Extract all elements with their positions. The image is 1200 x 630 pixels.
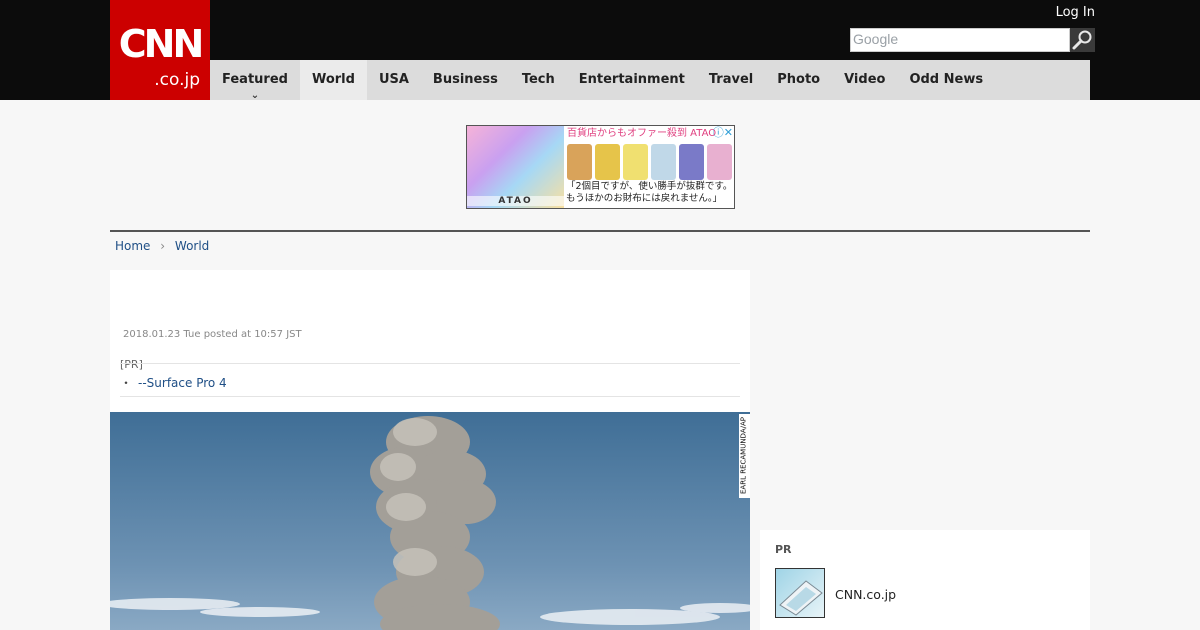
chevron-right-icon: › [160,239,166,253]
nav-item-label: World [311,72,355,87]
nav-item-label: USA [378,72,409,87]
login-link[interactable]: Log In [1056,5,1095,21]
wallet-thumb [595,144,620,180]
nav-item-photo[interactable]: Photo [765,60,832,100]
ad-close-icon[interactable]: ⓘ✕ [713,126,733,139]
nav-item-usa[interactable]: USA [367,60,421,100]
volcano-eruption-image [110,412,750,630]
breadcrumb-world[interactable]: World [175,239,209,253]
nav-item-label: Travel [708,72,754,87]
article-photo [110,412,750,630]
top-bar: CNN .co.jp Log In Google Featured ⌄ Worl… [0,0,1200,101]
nav-item-entertainment[interactable]: Entertainment [567,60,697,100]
nav-item-odd-news[interactable]: Odd News [897,60,995,100]
pr-label: [PR] [120,358,143,371]
ad-banner[interactable]: ATAO 百貨店からもオファー殺到 ATAO 「2個目ですが、使い勝手が抜群です… [466,125,735,209]
divider [120,363,740,364]
wallet-thumb [567,144,592,180]
logo-sub-text: .co.jp [154,70,200,90]
nav-item-world[interactable]: World [299,60,367,100]
wallet-thumb [623,144,648,180]
ad-copy-line: 「2個目ですが、使い勝手が抜群です。 [566,181,733,192]
sidebar-pr-box: PR CNN.co.jp [760,530,1090,630]
pr-link-text: --Surface Pro 4 [138,376,227,390]
photo-credit: EARL RECAMUNDA/AP [739,414,750,498]
ad-copy: 「2個目ですが、使い勝手が抜群です。 もうほかのお財布には戻れません。」 [566,181,734,205]
pr-link[interactable]: ・ --Surface Pro 4 [120,374,227,391]
divider [120,396,740,397]
nav-item-featured[interactable]: Featured ⌄ [210,60,300,101]
photo-credit-text: EARL RECAMUNDA/AP [739,417,748,494]
breadcrumb: Home › World [115,238,209,254]
nav-item-tech[interactable]: Tech [510,60,567,100]
cnn-logo[interactable]: CNN .co.jp [110,0,210,100]
nav-item-label: Business [432,72,498,87]
ad-brand-label: ATAO [467,196,564,206]
laptop-icon [779,580,823,616]
breadcrumb-home[interactable]: Home [115,239,150,253]
wallet-thumb [679,144,704,180]
sidebar-item-name[interactable]: CNN.co.jp [835,587,896,602]
nav-item-label: Featured [222,72,288,87]
nav-item-video[interactable]: Video [832,60,897,100]
article-date: 2018.01.23 Tue posted at 10:57 JST [123,329,302,340]
wallet-product-image: ATAO [467,126,564,208]
nav-item-label: Tech [521,72,555,87]
wallet-thumb [651,144,676,180]
nav-item-travel[interactable]: Travel [697,60,765,100]
bullet-icon: ・ [120,376,133,390]
section-divider [110,230,1090,232]
nav-item-label: Video [844,72,886,87]
sidebar-thumbnail[interactable] [775,568,825,618]
nav-item-label: Odd News [909,72,984,87]
wallet-thumb [707,144,732,180]
nav-item-business[interactable]: Business [421,60,510,100]
search-input[interactable]: Google [850,28,1070,52]
search-button[interactable] [1070,28,1095,52]
main-nav: Featured ⌄ World USA Business Tech Enter… [210,60,1090,101]
nav-item-label: Entertainment [578,72,685,87]
sidebar-pr-label: PR [775,543,792,556]
ad-headline: 百貨店からもオファー殺到 ATAO [567,128,717,139]
ad-product-row [567,144,732,180]
logo-main-text: CNN [118,22,205,66]
chevron-down-icon: ⌄ [250,90,260,101]
nav-item-label: Photo [777,72,821,87]
search-icon [1072,30,1092,50]
ad-copy-line: もうほかのお財布には戻れません。」 [566,193,723,204]
